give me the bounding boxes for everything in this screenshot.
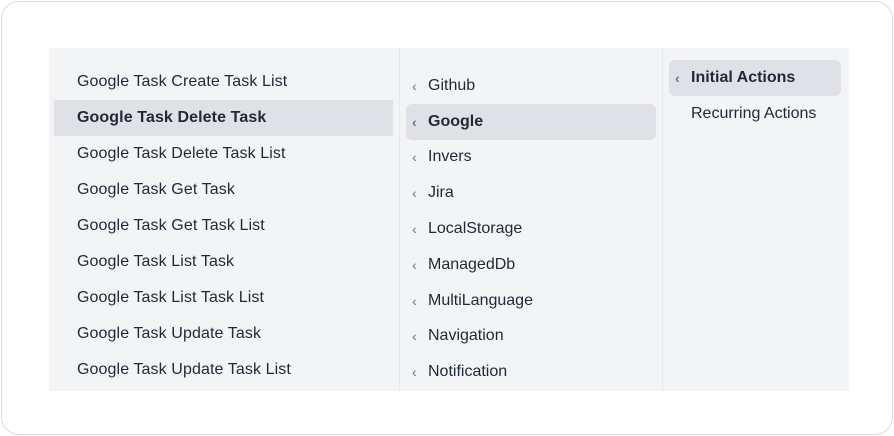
dialog-frame: Google Task Create Task List Google Task… <box>1 1 893 435</box>
integration-label: Notification <box>428 363 508 381</box>
integration-item-localstorage[interactable]: ‹ LocalStorage <box>406 211 656 247</box>
action-label: Google Task Create Task List <box>77 73 288 90</box>
action-item[interactable]: Google Task List Task List <box>49 280 399 316</box>
chevron-left-icon: ‹ <box>412 256 417 273</box>
integrations-column: ‹ Github ‹ Google ‹ Invers ‹ Jira ‹ LocalStor… <box>400 48 662 391</box>
action-label: Google Task Update Task <box>77 325 262 342</box>
chevron-left-icon: ‹ <box>412 77 417 94</box>
action-item-selected[interactable]: Google Task Delete Task <box>54 100 393 136</box>
chevron-left-icon: ‹ <box>412 364 417 381</box>
action-item[interactable]: Google Task Get Task List <box>49 208 399 244</box>
action-type-label: Initial Actions <box>691 69 796 86</box>
integration-item-navigation[interactable]: ‹ Navigation <box>406 319 656 355</box>
integration-item-google[interactable]: ‹ Google <box>406 103 656 140</box>
action-label: Google Task Delete Task List <box>77 145 286 162</box>
action-label: Google Task List Task <box>77 253 235 270</box>
chevron-left-icon: ‹ <box>412 113 417 130</box>
chevron-left-icon: ‹ <box>412 328 417 345</box>
chevron-left-icon: ‹ <box>675 70 680 86</box>
action-item[interactable]: Google Task Get Task <box>49 172 399 208</box>
action-item[interactable]: Google Task List Task <box>49 244 399 280</box>
action-label: Google Task Update Task List <box>77 361 291 378</box>
integration-item-jira[interactable]: ‹ Jira <box>406 175 656 211</box>
action-item[interactable]: Google Task Delete Task List <box>49 136 399 172</box>
action-item[interactable]: Google Task Update Task <box>49 316 399 352</box>
cascading-menu: Google Task Create Task List Google Task… <box>49 48 849 391</box>
chevron-left-icon: ‹ <box>412 292 417 309</box>
integration-item-github[interactable]: ‹ Github <box>406 68 656 104</box>
integration-label: Invers <box>428 148 472 166</box>
chevron-left-icon: ‹ <box>412 185 417 202</box>
action-type-initial[interactable]: ‹ Initial Actions <box>669 60 841 96</box>
action-label: Google Task Get Task <box>77 181 235 198</box>
integration-label: Google <box>428 112 484 130</box>
integration-label: Jira <box>428 184 454 202</box>
integration-item-notification[interactable]: ‹ Notification <box>406 354 656 390</box>
actions-column: Google Task Create Task List Google Task… <box>49 48 399 391</box>
chevron-left-icon: ‹ <box>412 221 417 238</box>
chevron-left-icon: ‹ <box>412 149 417 166</box>
integration-label: Github <box>428 76 476 94</box>
integration-label: Navigation <box>428 327 504 345</box>
integration-item-multilanguage[interactable]: ‹ MultiLanguage <box>406 283 656 319</box>
action-label: Google Task Get Task List <box>77 217 265 234</box>
integration-label: ManagedDb <box>428 255 516 273</box>
integration-item-manageddb[interactable]: ‹ ManagedDb <box>406 247 656 283</box>
action-item[interactable]: Google Task Update Task List <box>49 352 399 388</box>
integration-label: MultiLanguage <box>428 291 533 309</box>
action-label: Google Task List Task List <box>77 289 264 306</box>
action-item[interactable]: Google Task Create Task List <box>49 64 399 100</box>
action-label: Google Task Delete Task <box>77 109 267 126</box>
action-type-label: Recurring Actions <box>691 105 817 122</box>
action-type-recurring[interactable]: Recurring Actions <box>669 96 841 132</box>
action-type-column: ‹ Initial Actions Recurring Actions <box>663 48 847 391</box>
integration-item-invers[interactable]: ‹ Invers <box>406 140 656 176</box>
integration-label: LocalStorage <box>428 220 523 238</box>
